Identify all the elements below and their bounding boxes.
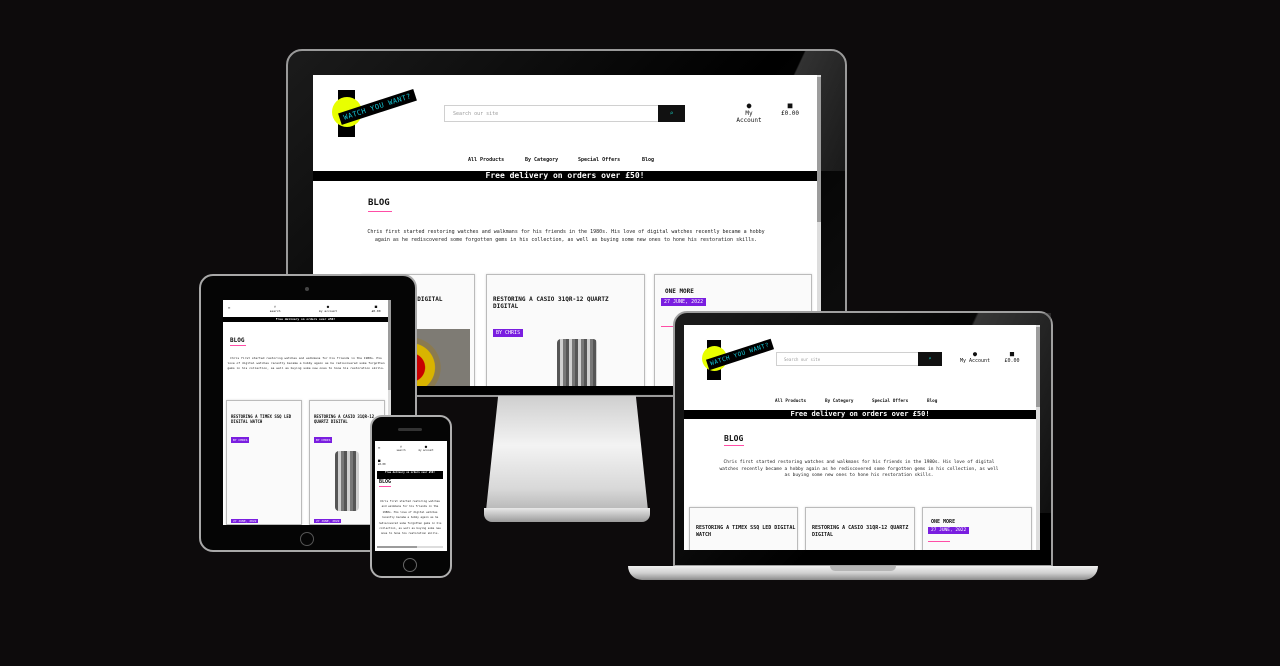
page-title: BLOG xyxy=(724,434,744,443)
nav-by-category[interactable]: By Category xyxy=(825,399,853,404)
account-label: My Account xyxy=(959,358,991,364)
card-title: RESTORING A CASIO 31QR-12 QUARTZ DIGITAL xyxy=(812,525,909,538)
ipad-screen: ≡ ⌕ search ● my account ■ £0.00 Free del… xyxy=(223,300,391,525)
watch-band xyxy=(335,451,359,511)
imac-stand xyxy=(485,396,649,520)
mobile-account[interactable]: ● my account xyxy=(316,304,340,313)
card-underline xyxy=(928,541,950,542)
blog-card[interactable]: ONE MORE 27 JUNE, 2022 xyxy=(922,507,1032,550)
blog-card[interactable]: RESTORING A CASIO 31QR-12 QUARTZ DIGITAL xyxy=(805,507,915,550)
watch-band xyxy=(557,339,597,386)
card-byline: BY CHRIS xyxy=(231,437,250,443)
card-title: RESTORING A CASIO 31QR-12 QUARTZ DIGITAL xyxy=(493,296,609,310)
title-underline xyxy=(368,211,392,212)
watch-photo xyxy=(231,437,299,523)
scroll-thumb[interactable] xyxy=(1036,327,1040,407)
blog-card[interactable]: RESTORING A CASIO 31QR-12 QUARTZ DIGITAL… xyxy=(486,274,645,386)
macbook-notch xyxy=(830,566,896,571)
title-underline xyxy=(724,445,744,446)
basket-link[interactable]: ■ £0.00 xyxy=(1002,350,1022,364)
nav-all-products[interactable]: All Products xyxy=(775,399,806,404)
iphone-screen: ≡ ⌕ search ● my account ■ £0.00 Free del… xyxy=(375,441,447,551)
bag-icon: ■ xyxy=(787,101,793,110)
scroll-thumb[interactable] xyxy=(817,77,821,222)
iphone-speaker xyxy=(398,428,422,431)
nav-special-offers[interactable]: Special Offers xyxy=(578,157,620,163)
basket-total: £0.00 xyxy=(780,110,800,117)
delivery-banner: Free delivery on orders over £50! xyxy=(684,410,1036,419)
user-icon: ● xyxy=(746,101,752,110)
menu-icon[interactable]: ≡ xyxy=(378,445,380,450)
bag-icon: ■ xyxy=(1009,350,1015,358)
nav-by-category[interactable]: By Category xyxy=(525,157,558,163)
nav-special-offers[interactable]: Special Offers xyxy=(872,399,908,404)
search-input[interactable]: Search our site xyxy=(776,352,919,366)
card-date: 27 JUNE, 2022 xyxy=(314,519,342,523)
card-title: ONE MORE xyxy=(931,519,956,525)
delivery-banner: Free delivery on orders over £50! xyxy=(223,317,388,322)
user-icon: ● xyxy=(972,350,978,358)
scrollbar[interactable] xyxy=(1036,325,1040,550)
basket-total: £0.00 xyxy=(1004,358,1020,364)
ipad-home-button xyxy=(300,532,314,546)
mobile-account[interactable]: ● my account xyxy=(415,444,437,452)
card-date: 27 JUNE, 2022 xyxy=(661,298,707,306)
mobile-search[interactable]: ⌕ search xyxy=(393,444,409,452)
card-title: ONE MORE xyxy=(665,288,694,295)
card-byline: BY CHRIS xyxy=(493,329,524,337)
title-underline xyxy=(230,345,246,346)
delivery-banner: Free delivery on orders over £50! xyxy=(313,171,817,181)
account-label: My Account xyxy=(736,110,762,124)
card-title: RESTORING A TIMEX SSQ LED DIGITAL WATCH xyxy=(696,525,796,538)
page-title: BLOG xyxy=(230,337,245,344)
account-link[interactable]: ● My Account xyxy=(958,350,992,364)
card-byline: BY CHRIS xyxy=(314,437,333,443)
ipad-camera xyxy=(305,287,309,291)
basket-link[interactable]: ■ £0.00 xyxy=(780,101,800,117)
macbook-screen: WATCH YOU WANT? Search our site ⌕ ● My A… xyxy=(684,325,1040,550)
blog-card[interactable]: RESTORING A TIMEX SSQ LED DIGITAL WATCH … xyxy=(226,400,302,525)
scroll-thumb[interactable] xyxy=(388,300,391,390)
search-button[interactable]: ⌕ xyxy=(658,105,685,122)
account-label: my account xyxy=(418,449,434,452)
page-title: BLOG xyxy=(379,479,392,485)
imac-stand-foot xyxy=(484,508,650,522)
nav-all-products[interactable]: All Products xyxy=(468,157,504,163)
account-label: my account xyxy=(318,309,338,313)
search-label: search xyxy=(269,309,281,313)
search-button[interactable]: ⌕ xyxy=(918,352,942,366)
card-date: 27 JUNE, 2022 xyxy=(231,519,259,523)
nav-blog[interactable]: Blog xyxy=(642,157,654,163)
search-icon: ⌕ xyxy=(928,356,932,362)
page-title: BLOG xyxy=(368,198,390,208)
blog-intro: Chris first started restoring watches an… xyxy=(367,229,765,243)
search-icon: ⌕ xyxy=(669,110,674,117)
blog-intro: Chris first started restoring watches an… xyxy=(719,460,999,478)
menu-icon[interactable]: ≡ xyxy=(228,305,230,310)
nav-blog[interactable]: Blog xyxy=(927,399,937,404)
blog-intro: Chris first started restoring watches an… xyxy=(227,356,385,370)
iphone-home-button xyxy=(403,558,417,572)
search-input[interactable]: Search our site xyxy=(444,105,659,122)
card-title: RESTORING A TIMEX SSQ LED DIGITAL WATCH xyxy=(231,414,292,424)
delivery-banner: Free delivery on orders over £50! xyxy=(377,471,443,479)
title-underline xyxy=(379,486,391,487)
scrollbar[interactable] xyxy=(377,546,443,548)
search-label: search xyxy=(396,449,406,452)
card-date: 27 JUNE, 2022 xyxy=(928,527,970,534)
account-link[interactable]: ● My Account xyxy=(731,101,767,124)
basket-total: £0.00 xyxy=(371,309,381,313)
scroll-thumb[interactable] xyxy=(377,546,417,548)
blog-card[interactable]: RESTORING A TIMEX SSQ LED DIGITAL WATCH xyxy=(689,507,798,550)
mobile-basket[interactable]: ■ £0.00 xyxy=(367,304,385,313)
mobile-basket[interactable]: ■ £0.00 xyxy=(378,458,392,466)
basket-total: £0.00 xyxy=(378,463,386,466)
mobile-search[interactable]: ⌕ search xyxy=(265,304,285,313)
blog-intro: Chris first started restoring watches an… xyxy=(378,499,442,536)
